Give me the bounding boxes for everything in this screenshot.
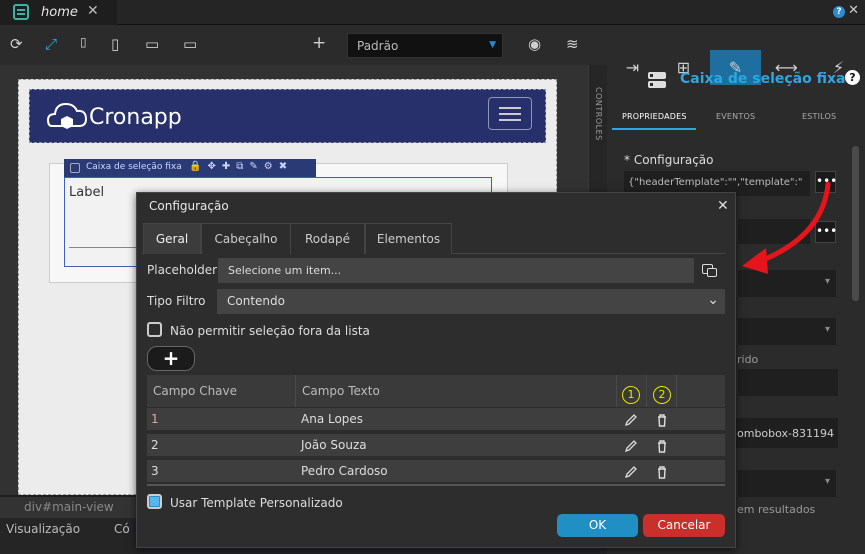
pencil-icon[interactable] <box>624 465 638 479</box>
row-text: Ana Lopes <box>301 412 364 426</box>
row-key: 1 <box>151 412 159 426</box>
navbar-toggle-button[interactable] <box>488 97 532 130</box>
eye-slash-icon[interactable]: ◉ <box>528 35 541 53</box>
component-actions[interactable]: 🔒✥✚⧉✎⚙✖ <box>189 161 293 172</box>
custom-template-label: Usar Template Personalizado <box>170 496 343 510</box>
table-row[interactable]: 2 João Souza <box>147 434 725 457</box>
tablet-icon[interactable]: ▯ <box>111 35 119 53</box>
dialog-title: Configuração <box>149 199 229 213</box>
cancel-button[interactable]: Cancelar <box>643 514 725 537</box>
annotation-number-icon: 2 <box>653 386 671 404</box>
hamburger-line <box>499 113 521 115</box>
breadcrumb[interactable]: div#main-view <box>0 497 140 518</box>
caret-down-icon: ▼ <box>489 40 496 50</box>
resize-icon[interactable]: ⤢ <box>45 35 57 53</box>
subtab-estilos[interactable]: ESTILOS <box>802 112 836 121</box>
refresh-icon[interactable]: ⟳ <box>10 35 23 53</box>
trash-icon[interactable] <box>655 413 669 427</box>
add-item-button[interactable]: + <box>147 346 195 371</box>
chevron-down-icon: ⌄ <box>707 292 719 308</box>
trash-icon[interactable] <box>655 439 669 453</box>
close-icon[interactable]: ✕ <box>717 198 729 214</box>
tab-elementos[interactable]: Elementos <box>365 223 452 254</box>
prop-partial-text: em resultados <box>737 503 816 516</box>
filter-select[interactable]: Contendo ⌄ <box>217 289 725 314</box>
trash-icon[interactable] <box>655 465 669 479</box>
toolbar: ⟳ ⤢ ▯ ▯ ▭ ▭ + ◉ ≋ <box>0 25 607 65</box>
monitor-icon[interactable]: ▭ <box>183 35 197 53</box>
mobile-icon[interactable]: ▯ <box>80 35 87 49</box>
custom-template-checkbox[interactable] <box>147 494 162 509</box>
tab-bar <box>0 0 865 25</box>
prop-partial-text: ombobox-831194 <box>737 427 835 440</box>
device-preset-select[interactable]: Padrão ▼ <box>347 33 503 58</box>
desktop-icon[interactable]: ▭ <box>145 35 159 53</box>
add-icon[interactable]: + <box>312 33 326 53</box>
tab-geral[interactable]: Geral <box>143 223 201 254</box>
device-preset-value: Padrão <box>357 39 399 53</box>
file-icon <box>13 4 29 20</box>
subtab-propriedades[interactable]: PROPRIEDADES <box>622 112 687 121</box>
help-icon[interactable]: ? <box>845 70 860 85</box>
tab-code[interactable]: Có <box>114 522 130 536</box>
close-window-icon[interactable]: ✕ <box>848 3 859 18</box>
hamburger-line <box>499 119 521 121</box>
grid-header-text[interactable]: Campo Texto <box>296 375 617 407</box>
component-header-label: Caixa de seleção fixa <box>86 162 182 172</box>
placeholder-label: Placeholder <box>147 263 218 277</box>
row-text: Pedro Cardoso <box>301 464 388 478</box>
combobox-icon <box>70 163 80 173</box>
translate-icon-back <box>707 268 717 277</box>
grid-header-key[interactable]: Campo Chave <box>147 375 296 407</box>
pencil-icon[interactable] <box>624 413 638 427</box>
prop-partial-text: rido <box>737 353 759 366</box>
config-label: * Configuração <box>624 153 714 167</box>
help-icon[interactable]: ? <box>833 6 845 18</box>
component-label: Label <box>69 185 105 200</box>
panel-scrollbar[interactable] <box>852 146 859 301</box>
prop-select[interactable]: ▾ <box>738 470 836 497</box>
pencil-icon[interactable] <box>624 439 638 453</box>
placeholder-input[interactable]: Selecione um item... <box>218 258 694 283</box>
tab-rodape[interactable]: Rodapé <box>290 223 365 254</box>
tab-cabecalho[interactable]: Cabeçalho <box>201 223 291 254</box>
ok-button[interactable]: OK <box>557 514 638 537</box>
row-key: 2 <box>151 438 159 452</box>
translate-button[interactable] <box>694 258 724 283</box>
row-key: 3 <box>151 464 159 478</box>
tab-home-label: home <box>41 5 78 20</box>
component-header[interactable]: Caixa de seleção fixa 🔒✥✚⧉✎⚙✖ <box>64 159 316 177</box>
annotation-number-icon: 1 <box>622 386 640 404</box>
grid-scroll-edge <box>147 484 725 486</box>
tab-home[interactable]: home ✕ <box>0 0 117 25</box>
close-tab-icon[interactable]: ✕ <box>87 3 99 19</box>
prop-field[interactable] <box>738 369 838 396</box>
tab-visualizacao[interactable]: Visualização <box>6 522 80 536</box>
filter-label: Tipo Filtro <box>147 294 206 308</box>
table-row[interactable]: 3 Pedro Cardoso <box>147 460 725 483</box>
logo-text: Cronapp <box>89 105 182 130</box>
controls-tab-label: CONTROLES <box>594 87 603 141</box>
row-text: João Souza <box>301 438 367 452</box>
panel-title: Caixa de seleção fixa <box>680 71 846 87</box>
not-allow-label: Não permitir seleção fora da lista <box>170 324 370 338</box>
subtab-active-indicator <box>612 128 696 130</box>
database-icon[interactable]: ≋ <box>566 35 579 53</box>
subtab-eventos[interactable]: EVENTOS <box>716 112 755 121</box>
controls-tab[interactable]: CONTROLES <box>590 65 607 155</box>
filter-select-value: Contendo <box>227 294 285 308</box>
annotation-arrow <box>742 182 831 274</box>
prop-select[interactable]: ▾ <box>738 318 836 345</box>
hamburger-line <box>499 107 521 109</box>
table-row[interactable]: 1 Ana Lopes <box>147 408 725 431</box>
not-allow-checkbox[interactable] <box>147 322 162 337</box>
combobox-icon <box>648 72 666 88</box>
